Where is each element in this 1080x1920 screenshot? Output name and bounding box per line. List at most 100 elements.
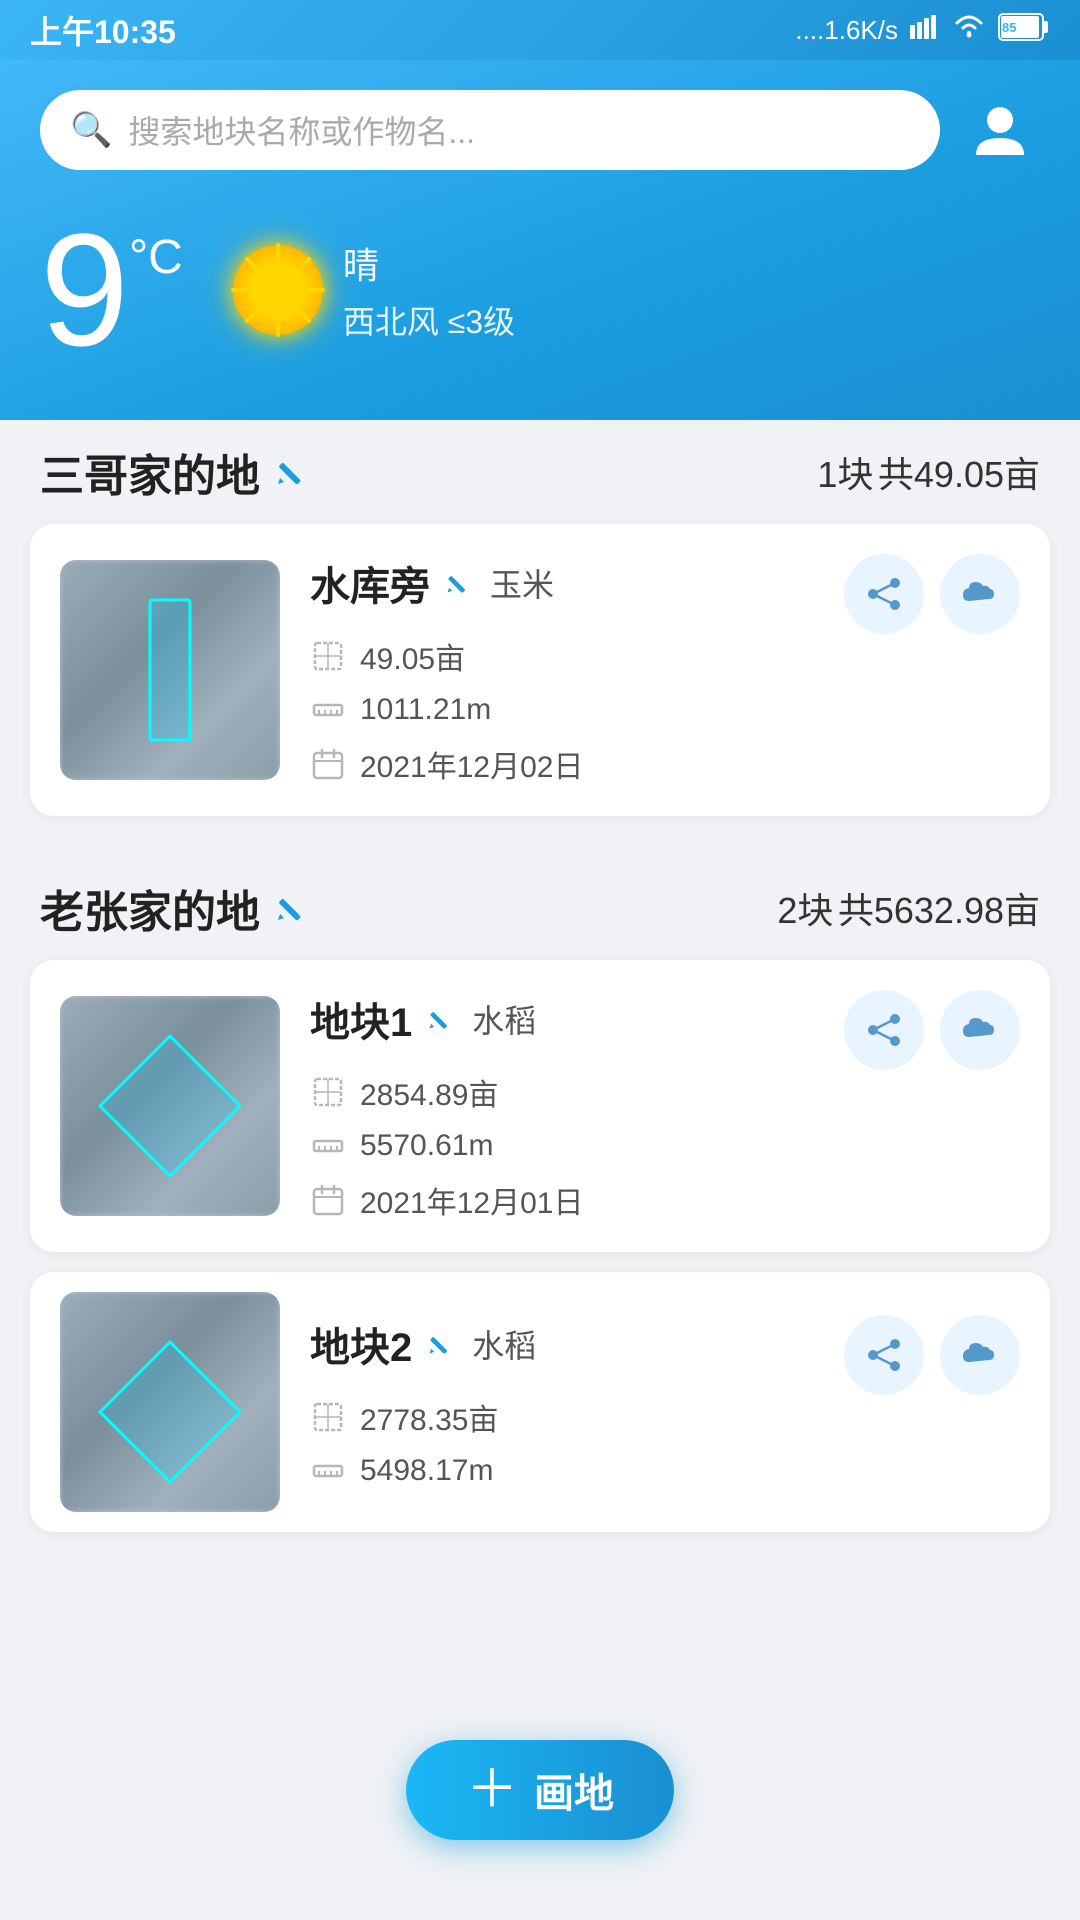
meta-area-2: 2854.89亩 (310, 1070, 1020, 1114)
status-time: 上午10:35 (30, 7, 176, 53)
field-name-3: 地块2 (310, 1315, 412, 1373)
group-header-1: 三哥家的地 1块 共49.05亩 (30, 410, 1050, 524)
field-name-2: 地块1 (310, 990, 412, 1048)
field-edit-icon-3[interactable] (428, 1327, 456, 1362)
group-total-area-1: 共49.05亩 (878, 454, 1040, 495)
meta-area-1: 49.05亩 (310, 634, 1020, 678)
field-card-2: 地块1 水稻 (30, 960, 1050, 1252)
cloud-button-3[interactable] (940, 1315, 1020, 1395)
field-meta-1: 49.05亩 1011.21m (310, 634, 1020, 786)
meta-area-3: 2778.35亩 (310, 1395, 1020, 1439)
group-section-1: 三哥家的地 1块 共49.05亩 (30, 410, 1050, 816)
search-bar[interactable]: 🔍 搜索地块名称或作物名... (40, 90, 940, 170)
perimeter-value-1: 1011.21m (360, 693, 491, 727)
share-button-1[interactable] (844, 554, 924, 634)
weather-condition: 晴 (343, 237, 515, 289)
field-info-1: 水库旁 玉米 (310, 554, 1020, 786)
field-thumbnail-1 (60, 560, 280, 780)
share-icon-2 (865, 1011, 903, 1049)
battery-icon: 85 (998, 13, 1050, 48)
group-stats-2: 2块 共5632.98亩 (777, 882, 1040, 934)
area-icon-1 (310, 638, 346, 674)
field-name-1: 水库旁 (310, 554, 430, 612)
share-button-3[interactable] (844, 1315, 924, 1395)
cloud-button-2[interactable] (940, 990, 1020, 1070)
field-actions-3 (844, 1315, 1020, 1395)
group-block-count-2: 2块 (777, 890, 833, 931)
group-block-count-1: 1块 (817, 454, 873, 495)
ruler-icon-1 (310, 692, 346, 728)
search-icon: 🔍 (70, 110, 112, 150)
area-value-2: 2854.89亩 (360, 1070, 498, 1114)
cloud-icon-1 (961, 575, 999, 613)
fab-plus-icon: ＋ (466, 1764, 518, 1816)
header-section: 🔍 搜索地块名称或作物名... 9 °C (0, 60, 1080, 420)
field-edit-icon-2[interactable] (428, 1002, 456, 1037)
search-row: 🔍 搜索地块名称或作物名... (40, 90, 1040, 170)
draw-field-fab[interactable]: ＋ 画地 (406, 1740, 674, 1840)
calendar-icon-2 (310, 1182, 346, 1218)
group-section-2: 老张家的地 2块 共5632.98亩 地块1 (30, 846, 1050, 1532)
share-button-2[interactable] (844, 990, 924, 1070)
network-speed: ....1.6K/s (795, 15, 898, 46)
field-name-row-1: 水库旁 玉米 (310, 554, 554, 612)
field-meta-3: 2778.35亩 5498.17m (310, 1395, 1020, 1489)
field-meta-2: 2854.89亩 5570.61m (310, 1070, 1020, 1222)
field-name-row-wrap-1: 水库旁 玉米 (310, 554, 1020, 634)
group-name-1: 三哥家的地 (40, 440, 260, 504)
field-actions-2 (844, 990, 1020, 1070)
group-title-row-1: 三哥家的地 (40, 440, 312, 504)
field-thumbnail-2 (60, 996, 280, 1216)
field-info-3: 地块2 水稻 (310, 1315, 1020, 1489)
area-icon-3 (310, 1399, 346, 1435)
weather-wind: 西北风 ≤3级 (343, 297, 515, 343)
field-outline-svg-2 (60, 996, 280, 1216)
temperature-block: 9 °C (40, 210, 183, 370)
perimeter-value-3: 5498.17m (360, 1454, 493, 1488)
area-value-1: 49.05亩 (360, 634, 465, 678)
field-name-row-wrap-2: 地块1 水稻 (310, 990, 1020, 1070)
group-edit-icon-2[interactable] (276, 886, 312, 931)
group-header-2: 老张家的地 2块 共5632.98亩 (30, 846, 1050, 960)
field-card-3: 地块2 水稻 (30, 1272, 1050, 1532)
date-value-2: 2021年12月01日 (360, 1178, 583, 1222)
sun-icon (233, 245, 323, 335)
perimeter-value-2: 5570.61m (360, 1129, 493, 1163)
crop-tag-1: 玉米 (490, 560, 554, 606)
field-name-row-3: 地块2 水稻 (310, 1315, 536, 1373)
field-name-row-wrap-3: 地块2 水稻 (310, 1315, 1020, 1395)
weather-text: 晴 西北风 ≤3级 (343, 237, 515, 343)
crop-tag-3: 水稻 (472, 1321, 536, 1367)
group-stats-1: 1块 共49.05亩 (817, 446, 1040, 498)
ruler-icon-2 (310, 1128, 346, 1164)
status-bar: 上午10:35 ....1.6K/s 85 (0, 0, 1080, 60)
meta-date-2: 2021年12月01日 (310, 1178, 1020, 1222)
group-edit-icon-1[interactable] (276, 450, 312, 495)
cloud-button-1[interactable] (940, 554, 1020, 634)
weather-row: 9 °C (40, 210, 1040, 370)
field-edit-icon-1[interactable] (446, 566, 474, 601)
search-placeholder: 搜索地块名称或作物名... (128, 107, 475, 153)
field-name-row-2: 地块1 水稻 (310, 990, 536, 1048)
user-profile-button[interactable] (960, 90, 1040, 170)
field-info-2: 地块1 水稻 (310, 990, 1020, 1222)
temperature-unit: °C (129, 230, 183, 285)
area-value-3: 2778.35亩 (360, 1395, 498, 1439)
ruler-icon-3 (310, 1453, 346, 1489)
group-name-2: 老张家的地 (40, 876, 260, 940)
field-actions-1 (844, 554, 1020, 634)
crop-tag-2: 水稻 (472, 996, 536, 1042)
meta-date-1: 2021年12月02日 (310, 742, 1020, 786)
sun-rays-svg (223, 235, 333, 345)
cloud-icon-2 (961, 1011, 999, 1049)
field-outline-svg-3 (60, 1292, 280, 1512)
meta-perimeter-1: 1011.21m (310, 692, 1020, 728)
area-icon-2 (310, 1074, 346, 1110)
date-value-1: 2021年12月02日 (360, 742, 583, 786)
content-area: 三哥家的地 1块 共49.05亩 (0, 410, 1080, 1592)
wifi-icon (952, 15, 986, 46)
user-icon (970, 100, 1030, 160)
field-outline-svg-1 (60, 560, 280, 780)
cloud-icon-3 (961, 1336, 999, 1374)
group-title-row-2: 老张家的地 (40, 876, 312, 940)
